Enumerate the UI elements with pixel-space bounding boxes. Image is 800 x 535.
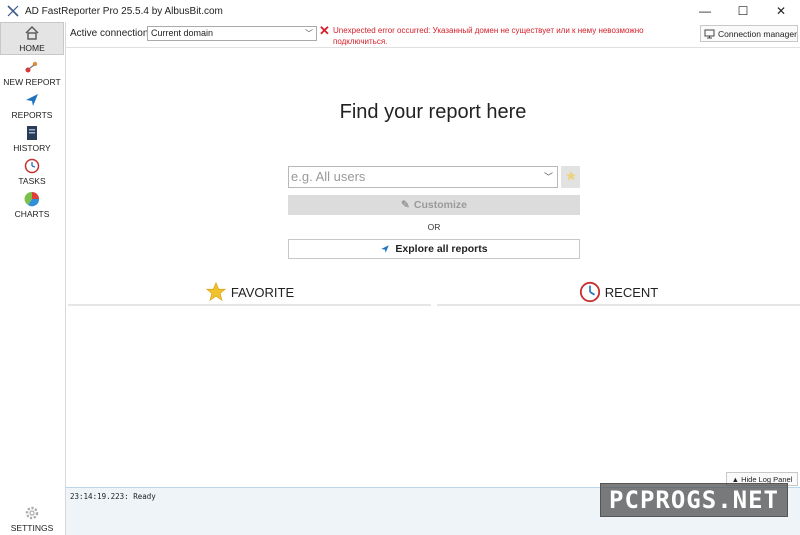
or-divider: OR bbox=[427, 222, 441, 232]
chevron-down-icon: ﹀ bbox=[305, 29, 313, 38]
sidebar-item-settings[interactable]: SETTINGS bbox=[0, 499, 64, 533]
sidebar-item-label: HOME bbox=[19, 43, 45, 53]
sidebar-item-home[interactable]: HOME bbox=[0, 22, 64, 55]
settings-label: SETTINGS bbox=[10, 523, 54, 533]
connection-manager-label: Connection manager bbox=[718, 28, 797, 39]
report-search-input[interactable]: e.g. All users ﹀ bbox=[288, 166, 558, 188]
sidebar: HOME NEW REPORT REPORTS HISTORY TASKS CH… bbox=[0, 22, 66, 535]
explore-label: Explore all reports bbox=[395, 243, 488, 255]
favorite-label: FAVORITE bbox=[230, 284, 295, 300]
clock-icon bbox=[579, 281, 601, 303]
customize-button[interactable]: ✎ Customize bbox=[288, 195, 580, 215]
page-title: Find your report here bbox=[339, 101, 527, 123]
error-icon: ✕ bbox=[319, 23, 330, 38]
home-icon bbox=[23, 24, 41, 42]
search-placeholder: e.g. All users bbox=[291, 169, 366, 184]
send-icon bbox=[380, 244, 390, 254]
charts-icon bbox=[23, 190, 41, 208]
app-icon bbox=[5, 3, 21, 19]
gear-icon bbox=[23, 504, 41, 522]
connection-manager-button[interactable]: Connection manager bbox=[700, 25, 798, 42]
connection-icon bbox=[704, 28, 715, 39]
recent-label: RECENT bbox=[604, 284, 659, 300]
sidebar-item-label: TASKS bbox=[18, 176, 46, 186]
watermark: PCPROGS.NET bbox=[600, 483, 788, 517]
title-bar: AD FastReporter Pro 25.5.4 by AlbusBit.c… bbox=[0, 0, 800, 22]
favorite-section-header[interactable]: FAVORITE bbox=[68, 280, 431, 306]
sidebar-item-label: HISTORY bbox=[13, 143, 51, 153]
pencil-icon: ✎ bbox=[401, 199, 410, 211]
sidebar-item-reports[interactable]: REPORTS bbox=[0, 88, 64, 121]
minimize-button[interactable]: — bbox=[686, 0, 724, 22]
sidebar-item-tasks[interactable]: TASKS bbox=[0, 154, 64, 187]
recent-section-header[interactable]: RECENT bbox=[437, 280, 800, 306]
reports-icon bbox=[23, 91, 41, 109]
tasks-icon bbox=[23, 157, 41, 175]
sidebar-item-label: REPORTS bbox=[11, 110, 53, 120]
error-message: Unexpected error occurred: Указанный дом… bbox=[333, 26, 644, 46]
connection-bar: Active connection: Current domain ﹀ ✕ Un… bbox=[66, 22, 800, 48]
log-line: 23:14:19.223: Ready bbox=[70, 492, 156, 501]
connection-select-value: Current domain bbox=[151, 28, 214, 38]
new-report-icon bbox=[23, 58, 41, 76]
active-connection-label: Active connection: bbox=[70, 28, 152, 39]
sidebar-item-charts[interactable]: CHARTS bbox=[0, 187, 64, 220]
favorite-star-button[interactable] bbox=[561, 166, 580, 188]
customize-label: Customize bbox=[413, 199, 467, 211]
chevron-down-icon: ﹀ bbox=[543, 172, 553, 182]
history-icon bbox=[23, 124, 41, 142]
connection-select[interactable]: Current domain ﹀ bbox=[147, 26, 317, 41]
window-title: AD FastReporter Pro 25.5.4 by AlbusBit.c… bbox=[25, 5, 223, 17]
star-icon bbox=[565, 170, 577, 185]
sidebar-item-new-report[interactable]: NEW REPORT bbox=[0, 55, 64, 88]
star-icon bbox=[205, 281, 227, 303]
close-button[interactable]: ✕ bbox=[762, 0, 800, 22]
sidebar-item-history[interactable]: HISTORY bbox=[0, 121, 64, 154]
explore-all-reports-button[interactable]: Explore all reports bbox=[288, 239, 580, 259]
maximize-button[interactable]: ☐ bbox=[724, 0, 762, 22]
sidebar-item-label: NEW REPORT bbox=[3, 77, 61, 87]
sidebar-item-label: CHARTS bbox=[14, 209, 50, 219]
